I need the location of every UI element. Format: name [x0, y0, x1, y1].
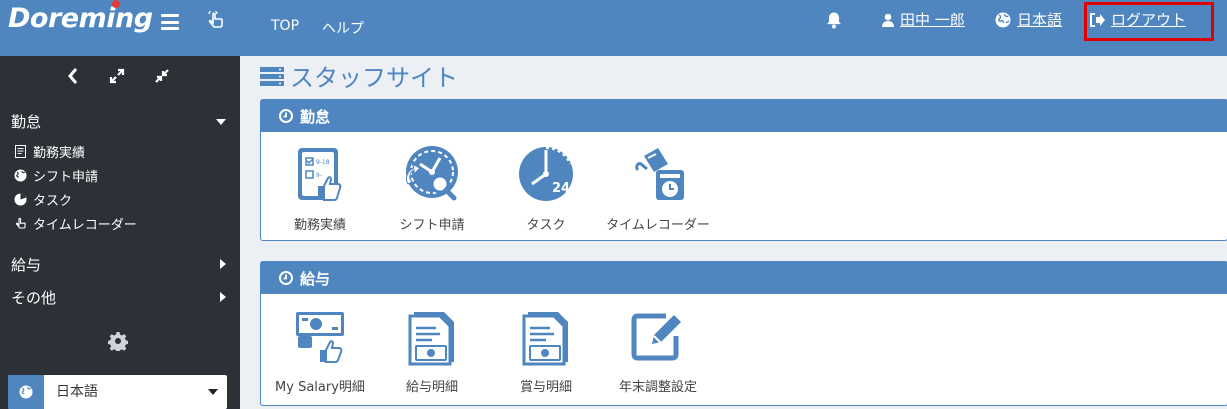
- card-clock-icon: [635, 148, 684, 200]
- compress-icon[interactable]: [153, 66, 171, 86]
- user-name: 田中 一郎: [900, 11, 965, 29]
- sidebar-section-attendance[interactable]: 勤怠: [11, 111, 41, 132]
- caret-down-icon[interactable]: [216, 119, 226, 125]
- tile-label: 勤務実績: [293, 218, 346, 233]
- clock-24-icon: 24: [519, 147, 573, 201]
- bell-icon[interactable]: [825, 11, 843, 29]
- tile-label: My Salary明細: [275, 380, 365, 395]
- sidebar-section-other[interactable]: その他: [11, 287, 56, 308]
- clock-icon: [279, 271, 293, 285]
- svg-text:9-18: 9-18: [316, 159, 330, 166]
- app-logo[interactable]: Doreming: [8, 3, 153, 34]
- edit-icon: [631, 313, 681, 361]
- user-icon: [882, 13, 894, 27]
- panel-header: 給与: [261, 262, 1227, 294]
- menu-icon[interactable]: [161, 14, 179, 30]
- sidebar-item-label: タイムレコーダー: [33, 218, 137, 233]
- sidebar-section-salary[interactable]: 給与: [11, 254, 41, 275]
- clock-search-icon: [405, 146, 458, 201]
- tile-label: 給与明細: [405, 380, 458, 395]
- chevron-left-icon[interactable]: [64, 66, 82, 86]
- task-icon-number: 24: [552, 181, 570, 196]
- globe-icon: [14, 169, 27, 182]
- expand-icon[interactable]: [108, 66, 126, 86]
- tile-label: タスク: [526, 218, 566, 233]
- nav-top-link[interactable]: TOP: [271, 18, 299, 34]
- logout-highlight-box: [1084, 2, 1214, 41]
- sidebar-item-label: シフト申請: [33, 170, 99, 185]
- top-bar: Doreming TOP ヘルプ 田中 一郎 日本語 ログアウト: [0, 0, 1227, 56]
- caret-right-icon[interactable]: [220, 292, 226, 302]
- panel-header: 勤怠: [261, 100, 1227, 132]
- tile-my-salary[interactable]: My Salary明細: [265, 306, 375, 395]
- document-icon: [15, 145, 26, 158]
- pie-clock-icon: [14, 193, 27, 206]
- payslip-icon: [522, 312, 568, 366]
- gear-icon[interactable]: [108, 331, 128, 351]
- tile-time-recorder[interactable]: タイムレコーダー: [603, 144, 713, 233]
- language-select-value: 日本語: [56, 384, 98, 400]
- sidebar-item-label: タスク: [33, 194, 73, 209]
- tile-label: タイムレコーダー: [606, 218, 710, 233]
- tile-salary-statement[interactable]: 給与明細: [377, 306, 487, 395]
- sidebar-item-work-record[interactable]: 勤務実績: [14, 142, 85, 161]
- page-title: スタッフサイト: [260, 58, 458, 93]
- clock-icon: [279, 109, 293, 123]
- tile-label: 年末調整設定: [618, 380, 697, 395]
- globe-icon: [8, 375, 44, 409]
- touch-hand-icon: [15, 217, 26, 229]
- nav-help-link[interactable]: ヘルプ: [322, 18, 364, 38]
- sidebar-item-shift-request[interactable]: シフト申請: [14, 166, 98, 185]
- panel-attendance: 勤怠 9-18 9- 勤務実績 シフト申請 24 タスク タイムレコーダー: [260, 99, 1227, 241]
- server-icon: [260, 66, 284, 86]
- caret-right-icon[interactable]: [220, 259, 226, 269]
- tile-work-record[interactable]: 9-18 9- 勤務実績: [265, 144, 375, 233]
- panel-body: 9-18 9- 勤務実績 シフト申請 24 タスク タイムレコーダー: [261, 132, 1227, 240]
- sidebar-item-task[interactable]: タスク: [14, 190, 72, 209]
- tile-label: 賞与明細: [519, 380, 572, 395]
- language-select[interactable]: 日本語: [8, 375, 227, 409]
- tile-task[interactable]: 24 タスク: [491, 144, 601, 233]
- touch-hand-icon[interactable]: [206, 11, 224, 31]
- language-label: 日本語: [1017, 11, 1063, 29]
- panel-title: 給与: [300, 269, 331, 288]
- tile-shift-request[interactable]: シフト申請: [377, 144, 487, 233]
- panel-body: My Salary明細 給与明細 賞与明細 年末調整設定: [261, 294, 1227, 402]
- payslip-icon: [408, 312, 454, 366]
- banknote-thumbs-up-icon: [296, 312, 344, 363]
- sidebar-tools: [0, 66, 240, 88]
- logo-dot: [112, 0, 120, 8]
- globe-icon: [995, 12, 1011, 27]
- tile-bonus-statement[interactable]: 賞与明細: [491, 306, 601, 395]
- tile-label: シフト申請: [399, 218, 465, 233]
- sidebar-item-time-recorder[interactable]: タイムレコーダー: [14, 214, 137, 233]
- svg-text:9-: 9-: [316, 172, 322, 179]
- page-title-text: スタッフサイト: [290, 64, 458, 92]
- dropdown-arrow-icon: [208, 389, 218, 395]
- tile-year-end-adjustment[interactable]: 年末調整設定: [603, 306, 713, 395]
- language-link[interactable]: 日本語: [995, 9, 1062, 30]
- panel-salary: 給与 My Salary明細 給与明細 賞与明細 年末調整設定: [260, 261, 1227, 406]
- panel-title: 勤怠: [300, 107, 331, 126]
- sidebar: 勤怠 勤務実績 シフト申請 タスク タイムレコーダー 給与 その他 日本語: [0, 56, 240, 409]
- sidebar-item-label: 勤務実績: [33, 146, 86, 161]
- clipboard-thumbs-up-icon: 9-18 9-: [298, 148, 342, 201]
- user-link[interactable]: 田中 一郎: [882, 9, 965, 30]
